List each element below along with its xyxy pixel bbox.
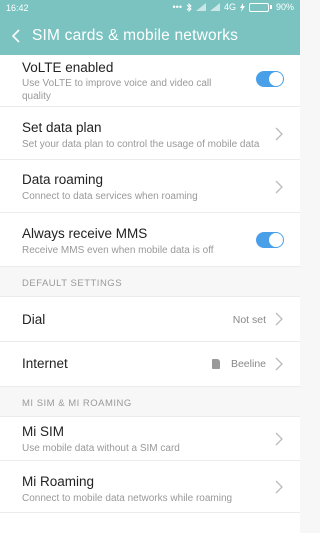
volte-toggle[interactable] <box>256 71 284 87</box>
settings-list: VoLTE enabled Use VoLTE to improve voice… <box>0 55 300 533</box>
chevron-right-icon <box>275 180 283 194</box>
signal-icon <box>209 3 220 11</box>
internet-title: Internet <box>22 356 68 371</box>
clock: 16:42 <box>6 3 29 13</box>
volte-subtitle-2: quality <box>22 91 51 102</box>
mms-toggle[interactable] <box>256 232 284 248</box>
page-title: SIM cards & mobile networks <box>32 27 239 44</box>
section-title: MI SIM & MI ROAMING <box>22 398 132 409</box>
chevron-right-icon <box>275 127 283 141</box>
battery-icon <box>248 2 272 12</box>
internet-row[interactable]: Internet Beeline <box>0 342 300 387</box>
mi-roaming-subtitle: Connect to mobile data networks while ro… <box>22 493 233 504</box>
data-roaming-title: Data roaming <box>22 172 104 187</box>
mms-title: Always receive MMS <box>22 226 148 241</box>
section-header-mi: MI SIM & MI ROAMING <box>0 387 300 417</box>
charging-icon <box>239 2 245 12</box>
dots-icon: ••• <box>172 2 182 12</box>
mi-roaming-row[interactable]: Mi Roaming Connect to mobile data networ… <box>0 461 300 513</box>
dial-row[interactable]: Dial Not set <box>0 297 300 342</box>
mi-roaming-title: Mi Roaming <box>22 474 95 489</box>
data-plan-title: Set data plan <box>22 120 102 135</box>
mms-subtitle: Receive MMS even when mobile data is off <box>22 245 214 256</box>
signal-icon <box>195 3 206 11</box>
volte-title: VoLTE enabled <box>22 60 114 75</box>
data-roaming-subtitle: Connect to data services when roaming <box>22 191 198 202</box>
data-roaming-row[interactable]: Data roaming Connect to data services wh… <box>0 160 300 213</box>
volte-subtitle-1: Use VoLTE to improve voice and video cal… <box>22 78 212 89</box>
data-plan-subtitle: Set your data plan to control the usage … <box>22 139 260 150</box>
dial-title: Dial <box>22 312 46 327</box>
data-plan-row[interactable]: Set data plan Set your data plan to cont… <box>0 107 300 160</box>
section-header-default: DEFAULT SETTINGS <box>0 267 300 297</box>
dial-value: Not set <box>232 314 266 326</box>
back-button[interactable] <box>0 17 32 55</box>
volte-row[interactable]: VoLTE enabled Use VoLTE to improve voice… <box>0 55 300 107</box>
mi-sim-subtitle: Use mobile data without a SIM card <box>22 443 180 454</box>
network-type: 4G <box>223 2 236 12</box>
app-header: SIM cards & mobile networks <box>0 17 300 55</box>
mi-sim-title: Mi SIM <box>22 424 64 439</box>
chevron-right-icon <box>275 432 283 446</box>
sim-card-icon <box>212 359 220 369</box>
section-title: DEFAULT SETTINGS <box>22 278 123 289</box>
chevron-right-icon <box>275 357 283 371</box>
internet-value: Beeline <box>230 358 266 370</box>
battery-percent: 90% <box>275 2 294 12</box>
chevron-left-icon <box>11 29 20 43</box>
bluetooth-icon <box>186 2 192 12</box>
chevron-right-icon <box>275 312 283 326</box>
mms-row[interactable]: Always receive MMS Receive MMS even when… <box>0 213 300 267</box>
status-bar: 16:42 ••• 4G 90% <box>0 0 300 17</box>
mi-sim-row[interactable]: Mi SIM Use mobile data without a SIM car… <box>0 417 300 461</box>
chevron-right-icon <box>275 480 283 494</box>
